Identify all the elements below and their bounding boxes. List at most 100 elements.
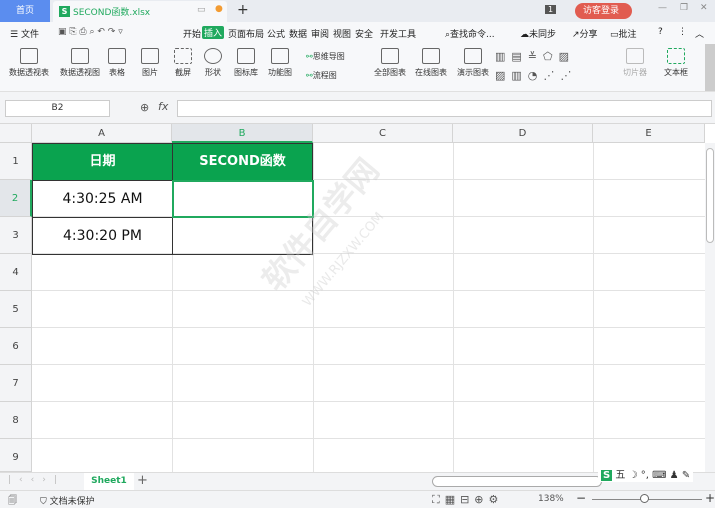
pivot-chart-label: 数据透视图	[60, 68, 100, 77]
more-icon[interactable]: ⋮	[678, 27, 687, 37]
new-tab-button[interactable]: +	[237, 2, 249, 18]
file-name: SECOND函数.xlsx	[73, 8, 151, 18]
pivot-chart-button[interactable]: 数据透视图	[56, 44, 104, 78]
demo-charts-label: 演示图表	[457, 68, 489, 77]
file-menu[interactable]: ☰ 文件	[10, 27, 39, 40]
chart-type-gallery[interactable]: ▥▤≚⬠▨	[495, 50, 575, 63]
collapse-ribbon-icon[interactable]: ︿	[695, 27, 704, 40]
table-button[interactable]: 表格	[105, 44, 129, 78]
share-label: 分享	[579, 30, 598, 40]
share-button[interactable]: ↗分享	[572, 27, 598, 40]
textbox-button[interactable]: 文本框	[660, 44, 692, 78]
horizontal-scrollbar[interactable]	[432, 476, 602, 487]
tab-security[interactable]: 安全	[355, 27, 373, 40]
slicer-button[interactable]: 切片器	[620, 44, 650, 78]
online-charts-button[interactable]: 在线图表	[413, 44, 449, 78]
cell-a3[interactable]: 4:30:20 PM	[32, 217, 173, 255]
picture-button[interactable]: 图片	[137, 44, 163, 78]
cell-a1[interactable]: 日期	[32, 143, 173, 181]
zoom-level[interactable]: 138%	[538, 494, 564, 504]
tab-developer[interactable]: 开发工具	[380, 27, 416, 40]
ime-toolbar[interactable]: S 五 ☽ °, ⌨ ♟ ✎	[598, 465, 694, 482]
tab-formulas[interactable]: 公式	[267, 27, 285, 40]
tab-data[interactable]: 数据	[289, 27, 307, 40]
textbox-label: 文本框	[664, 68, 688, 77]
window-count-badge[interactable]: 1	[545, 5, 557, 14]
pivot-chart-icon	[71, 48, 89, 64]
chart-type-gallery-2[interactable]: ▨▥◔⋰⋰	[495, 69, 577, 82]
protect-label: 文档未保护	[49, 497, 95, 507]
tab-home[interactable]: 开始	[183, 27, 201, 40]
search-command[interactable]: ⌕查找命令...	[445, 27, 495, 40]
shapes-icon	[204, 48, 222, 64]
tab-insert[interactable]: 插入	[202, 26, 225, 39]
home-tab[interactable]: 首页	[0, 0, 50, 22]
comment-button[interactable]: ▭批注	[610, 27, 637, 40]
shapes-button[interactable]: 形状	[200, 44, 226, 78]
row-header-9[interactable]: 9	[0, 439, 32, 472]
sheet-tab-sheet1[interactable]: Sheet1	[84, 473, 134, 490]
sheet-nav-arrows[interactable]: |‹‹›|	[8, 475, 65, 485]
screenshot-button[interactable]: 截屏	[170, 44, 196, 78]
zoom-formula-icon[interactable]: ⊕	[140, 101, 149, 114]
pivot-table-label: 数据透视表	[9, 68, 49, 77]
select-all-corner[interactable]	[0, 124, 32, 143]
view-mode-buttons[interactable]: ⛶▦⊟⊕⚙	[432, 493, 503, 507]
name-box[interactable]: B2	[5, 100, 110, 117]
column-header-d[interactable]: D	[453, 124, 593, 143]
row-header-6[interactable]: 6	[0, 328, 32, 365]
row-header-8[interactable]: 8	[0, 402, 32, 439]
cell-b1[interactable]: SECOND函数	[172, 143, 313, 181]
ribbon-scroll-right[interactable]	[705, 44, 715, 91]
function-chart-label: 功能图	[268, 68, 292, 77]
vertical-scrollbar[interactable]	[705, 143, 715, 472]
cell-a2[interactable]: 4:30:25 AM	[32, 180, 173, 218]
login-button[interactable]: 访客登录	[575, 3, 632, 19]
slicer-icon	[626, 48, 644, 64]
tab-page-layout[interactable]: 页面布局	[228, 27, 264, 40]
file-tab[interactable]: S SECOND函数.xlsx ▭ ●	[53, 1, 227, 22]
mindmap-button[interactable]: ⚯思维导图	[306, 51, 345, 62]
all-charts-button[interactable]: 全部图表	[372, 44, 408, 78]
vertical-scroll-thumb[interactable]	[706, 148, 714, 243]
pivot-table-button[interactable]: 数据透视表	[5, 44, 53, 78]
demo-charts-button[interactable]: 演示图表	[455, 44, 491, 78]
add-sheet-button[interactable]: +	[137, 473, 148, 488]
row-header-1[interactable]: 1	[0, 143, 32, 180]
close-icon[interactable]: ✕	[700, 3, 708, 13]
function-chart-button[interactable]: 功能图	[265, 44, 295, 78]
column-header-a[interactable]: A	[32, 124, 172, 143]
help-icon[interactable]: ?	[658, 27, 663, 37]
flowchart-button[interactable]: ⚯流程图	[306, 70, 337, 81]
row-header-2[interactable]: 2	[0, 180, 32, 217]
picture-label: 图片	[142, 68, 158, 77]
minimize-icon[interactable]: —	[658, 3, 667, 13]
column-header-c[interactable]: C	[313, 124, 453, 143]
scissors-icon	[174, 48, 192, 64]
online-charts-label: 在线图表	[415, 68, 447, 77]
fx-button[interactable]: fx	[158, 100, 168, 113]
column-header-e[interactable]: E	[593, 124, 705, 143]
zoom-out-button[interactable]: −	[576, 491, 586, 505]
tab-view[interactable]: 视图	[333, 27, 351, 40]
monitor-icon[interactable]: ▭	[197, 5, 206, 15]
row-header-5[interactable]: 5	[0, 291, 32, 328]
flowchart-label: 流程图	[312, 71, 337, 80]
table-icon	[108, 48, 126, 64]
doc-icon[interactable]: 🗐	[8, 493, 17, 509]
column-header-b[interactable]: B	[172, 124, 313, 143]
row-header-3[interactable]: 3	[0, 217, 32, 254]
tab-review[interactable]: 审阅	[311, 27, 329, 40]
row-header-7[interactable]: 7	[0, 365, 32, 402]
zoom-in-button[interactable]: +	[705, 491, 715, 505]
quick-access-toolbar[interactable]: ▣ ⎘ ⎙ ⌕ ↶ ↷ ▿	[58, 27, 123, 37]
zoom-slider-handle[interactable]	[640, 494, 649, 503]
sheet-tab-bar: |‹‹›| Sheet1 + S 五 ☽ °, ⌨ ♟ ✎	[0, 465, 715, 490]
protect-status[interactable]: ⛉ 文档未保护	[40, 494, 95, 507]
restore-icon[interactable]: ❐	[680, 3, 688, 13]
icon-library-button[interactable]: 图标库	[232, 44, 260, 78]
row-header-4[interactable]: 4	[0, 254, 32, 291]
formula-input[interactable]	[177, 100, 712, 117]
function-chart-icon	[271, 48, 289, 64]
sync-button[interactable]: ☁未同步	[520, 27, 556, 40]
